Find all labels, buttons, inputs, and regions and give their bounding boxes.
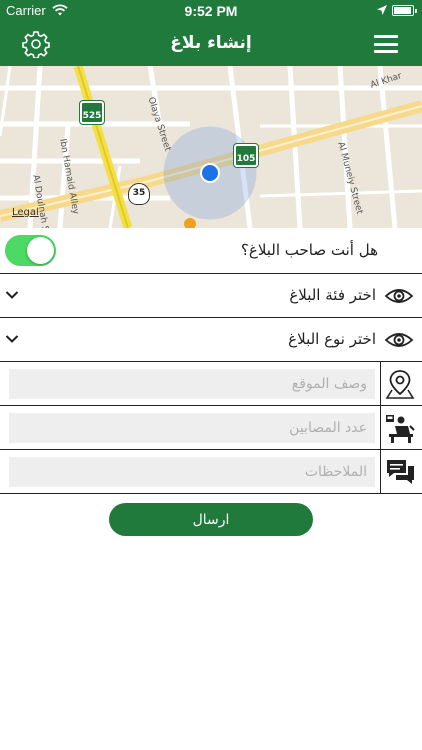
category-select[interactable]: اختر فئة البلاغ	[0, 274, 422, 318]
submit-button[interactable]: ارسال	[109, 503, 313, 536]
location-arrow-icon	[377, 5, 387, 15]
owner-question-label: هل أنت صاحب البلاغ؟	[240, 241, 378, 259]
owner-question-row: هل أنت صاحب البلاغ؟	[0, 228, 422, 274]
map-pin-icon	[385, 370, 415, 399]
location-input[interactable]	[9, 369, 375, 399]
switch-knob	[27, 237, 54, 264]
chevron-down-icon	[5, 335, 19, 343]
notes-row	[0, 450, 422, 494]
row-divider	[380, 362, 381, 406]
type-select-label: اختر نوع البلاغ	[288, 330, 376, 348]
injured-person-icon	[386, 415, 415, 443]
route-shield-35: 35	[128, 183, 150, 205]
map-legal-link[interactable]: Legal	[12, 207, 39, 218]
owner-switch[interactable]	[5, 235, 56, 266]
chevron-down-icon	[5, 291, 19, 299]
row-divider	[380, 450, 381, 494]
hamburger-menu-icon[interactable]	[374, 35, 398, 53]
injured-count-input[interactable]	[9, 413, 375, 443]
location-row	[0, 362, 422, 406]
battery-icon	[392, 5, 417, 16]
status-time: 9:52 PM	[184, 3, 238, 19]
map-view[interactable]: Olaya Street Al Khar Al Muneiy Street Ib…	[0, 66, 422, 228]
app-header: إنشاء بلاغ	[0, 22, 422, 66]
route-shield-105: 105	[233, 143, 259, 168]
chat-bubbles-icon	[387, 460, 414, 484]
eye-icon	[384, 289, 414, 303]
injured-row	[0, 406, 422, 450]
notes-input[interactable]	[9, 457, 375, 487]
route-shield-525: 525	[79, 100, 105, 125]
row-divider	[380, 406, 381, 450]
page-title: إنشاء بلاغ	[170, 33, 252, 53]
status-bar: Carrier 9:52 PM	[0, 0, 422, 22]
category-select-label: اختر فئة البلاغ	[289, 286, 376, 304]
type-select[interactable]: اختر نوع البلاغ	[0, 318, 422, 362]
eye-icon	[384, 333, 414, 347]
